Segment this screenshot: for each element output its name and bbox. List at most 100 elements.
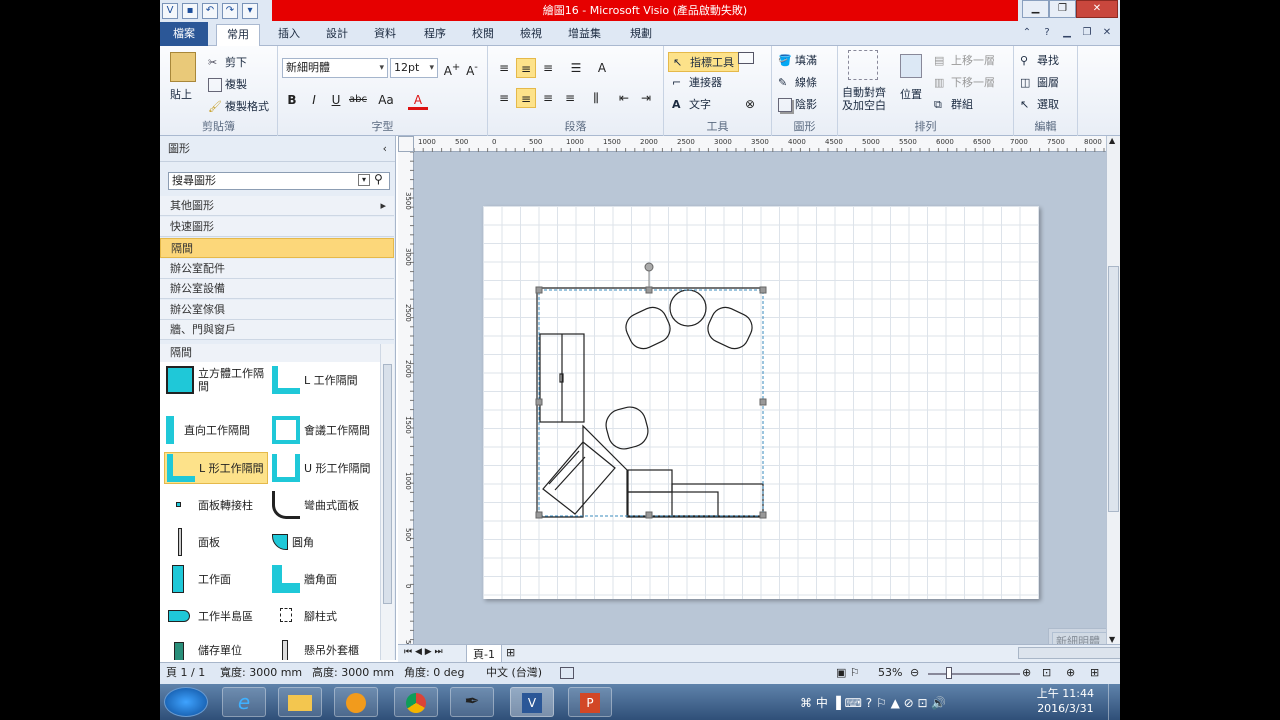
format-painter-button[interactable]: 🖌 複製格式 xyxy=(208,98,269,114)
undo-icon[interactable]: ↶ xyxy=(202,3,218,19)
shape-item[interactable]: U 形工作隔間 xyxy=(272,452,376,484)
macro-icon[interactable] xyxy=(560,667,574,679)
align-bottom-icon[interactable]: ≡ xyxy=(538,58,558,78)
connector-button[interactable]: ⌐ 連接器 xyxy=(672,74,722,90)
strikethrough-button[interactable]: abc xyxy=(348,90,368,110)
position-button[interactable]: 位置 xyxy=(900,86,922,102)
taskbar-media-player-icon[interactable] xyxy=(334,687,378,717)
justify-icon[interactable]: ≡ xyxy=(560,88,580,108)
system-clock[interactable]: 上午 11:44 2016/3/31 xyxy=(1037,686,1094,716)
change-case-button[interactable]: Aa xyxy=(372,90,400,110)
zoom-in-icon[interactable]: ⊕ xyxy=(1022,663,1031,683)
zoom-slider-handle[interactable] xyxy=(946,667,952,679)
shape-item[interactable]: L 工作隔間 xyxy=(272,364,376,396)
system-tray-icons[interactable]: ⌘ 中 ▐ ⌨ ? ⚐ ▲ ⊘ ⊡ 🔊 xyxy=(800,694,946,711)
vertical-scroll-thumb[interactable] xyxy=(1108,266,1119,512)
collapse-pane-icon[interactable]: ‹ xyxy=(383,136,387,162)
grow-font-icon[interactable]: A+ xyxy=(442,58,462,78)
customize-icon[interactable]: ▾ xyxy=(242,3,258,19)
shrink-font-icon[interactable]: A- xyxy=(462,58,482,78)
underline-button[interactable]: U xyxy=(326,90,346,110)
rectangle-tool-icon[interactable] xyxy=(738,52,754,64)
zoom-level[interactable]: 53% xyxy=(878,663,902,683)
view-icons[interactable]: ▣ ⚐ xyxy=(836,663,860,683)
align-right-icon[interactable]: ≡ xyxy=(538,88,558,108)
shape-item[interactable]: 直向工作隔間 xyxy=(166,414,270,446)
taskbar-pen-icon[interactable]: ✒ xyxy=(450,687,494,717)
shape-search-input[interactable]: 搜尋圖形 xyxy=(168,172,390,190)
tab-addins[interactable]: 增益集 xyxy=(568,24,601,46)
status-language[interactable]: 中文 (台灣) xyxy=(486,663,542,683)
fit-page-icon[interactable]: ⊡ xyxy=(1042,663,1051,683)
shape-item[interactable]: 工作面 xyxy=(166,563,270,595)
taskbar-powerpoint-icon[interactable]: P xyxy=(568,687,612,717)
pointer-tool-button[interactable]: ↖ 指標工具 xyxy=(668,52,739,72)
bullets-icon[interactable]: ☰ xyxy=(566,58,586,78)
decrease-indent-icon[interactable]: ⇤ xyxy=(614,88,634,108)
category-cubicles[interactable]: 隔間 xyxy=(160,238,394,258)
search-icon[interactable]: ⚲ xyxy=(374,172,383,186)
text-tool-button[interactable]: A 文字 xyxy=(672,96,711,112)
find-button[interactable]: ⚲ 尋找 xyxy=(1020,52,1059,68)
tab-file[interactable]: 檔案 xyxy=(160,22,208,46)
category-office-accessories[interactable]: 辦公室配件 xyxy=(160,259,394,279)
minimize-button[interactable]: ▁ xyxy=(1022,0,1049,18)
tab-view[interactable]: 檢視 xyxy=(520,24,542,46)
shape-item[interactable]: 工作半島區 xyxy=(166,600,270,632)
layers-button[interactable]: ◫ 圖層 xyxy=(1020,74,1059,90)
increase-indent-icon[interactable]: ⇥ xyxy=(636,88,656,108)
cut-button[interactable]: ✂ 剪下 xyxy=(208,54,247,70)
text-direction-icon[interactable]: A xyxy=(592,58,612,78)
distribute-icon[interactable]: ⫼ xyxy=(586,88,606,108)
pan-zoom-icon[interactable]: ⊕ xyxy=(1066,663,1075,683)
insert-page-icon[interactable]: ⊞ xyxy=(506,646,515,659)
shape-item[interactable]: 面板 xyxy=(166,526,270,558)
tab-home[interactable]: 常用 xyxy=(216,24,260,46)
category-walls-doors-windows[interactable]: 牆、門與窗戶 xyxy=(160,320,394,340)
bold-button[interactable]: B xyxy=(282,90,302,110)
save-icon[interactable]: ▪ xyxy=(182,3,198,19)
drawing-canvas[interactable]: 1000 500 0 500 1000 1500 2000 2500 3000 3500 4000 4… xyxy=(398,136,1120,712)
paste-icon[interactable] xyxy=(170,52,196,82)
tab-insert[interactable]: 插入 xyxy=(278,24,300,46)
italic-button[interactable]: I xyxy=(304,90,324,110)
auto-align-icon[interactable] xyxy=(848,50,878,80)
align-center-icon[interactable]: ≡ xyxy=(516,88,536,108)
category-office-equipment[interactable]: 辦公室設備 xyxy=(160,279,394,299)
tab-review[interactable]: 校閱 xyxy=(472,24,494,46)
doc-restore-icon[interactable]: ❐ xyxy=(1080,26,1094,40)
doc-close-icon[interactable]: ✕ xyxy=(1100,26,1114,40)
shape-item[interactable]: 面板轉接柱 xyxy=(166,489,270,521)
taskbar-ie-icon[interactable]: e xyxy=(222,687,266,717)
align-left-icon[interactable]: ≡ xyxy=(494,88,514,108)
shape-item[interactable]: 儲存單位 xyxy=(166,634,270,660)
vertical-scrollbar[interactable]: ▲ ▼ xyxy=(1106,136,1120,644)
font-size-select[interactable]: 12pt xyxy=(390,58,438,78)
scroll-down-icon[interactable]: ▼ xyxy=(1109,635,1115,644)
connection-point-icon[interactable]: ⊗ xyxy=(740,94,760,114)
tab-plan[interactable]: 規劃 xyxy=(630,24,652,46)
group-button[interactable]: ⧉ 群組 xyxy=(934,96,973,112)
category-quick-shapes[interactable]: 快速圖形 xyxy=(160,217,394,237)
stencil-scrollbar[interactable] xyxy=(380,344,394,660)
tab-design[interactable]: 設計 xyxy=(326,24,348,46)
bring-forward-button[interactable]: ▤ 上移一層 xyxy=(934,52,995,68)
shape-item[interactable]: 彎曲式面板 xyxy=(272,489,376,521)
start-button[interactable] xyxy=(164,687,208,717)
minimize-ribbon-icon[interactable]: ⌃ xyxy=(1020,26,1034,40)
switch-windows-icon[interactable]: ⊞ xyxy=(1090,663,1099,683)
copy-button[interactable]: 複製 xyxy=(208,76,247,92)
category-more-shapes[interactable]: 其他圖形 ▸ xyxy=(160,196,394,216)
align-middle-icon[interactable]: ≡ xyxy=(516,58,536,78)
shape-item[interactable]: 會議工作隔間 xyxy=(272,414,380,446)
floor-plan-drawing[interactable] xyxy=(483,206,1039,599)
shape-item[interactable]: 懸吊外套櫃 xyxy=(272,634,376,660)
zoom-out-icon[interactable]: ⊖ xyxy=(910,663,919,683)
auto-align-button[interactable]: 自動對齊 及加空白 xyxy=(842,86,886,112)
taskbar-explorer-icon[interactable] xyxy=(278,687,322,717)
tab-process[interactable]: 程序 xyxy=(424,24,446,46)
align-top-icon[interactable]: ≡ xyxy=(494,58,514,78)
shape-item[interactable]: 腳柱式 xyxy=(272,600,376,632)
send-backward-button[interactable]: ▥ 下移一層 xyxy=(934,74,995,90)
position-icon[interactable] xyxy=(900,54,922,78)
